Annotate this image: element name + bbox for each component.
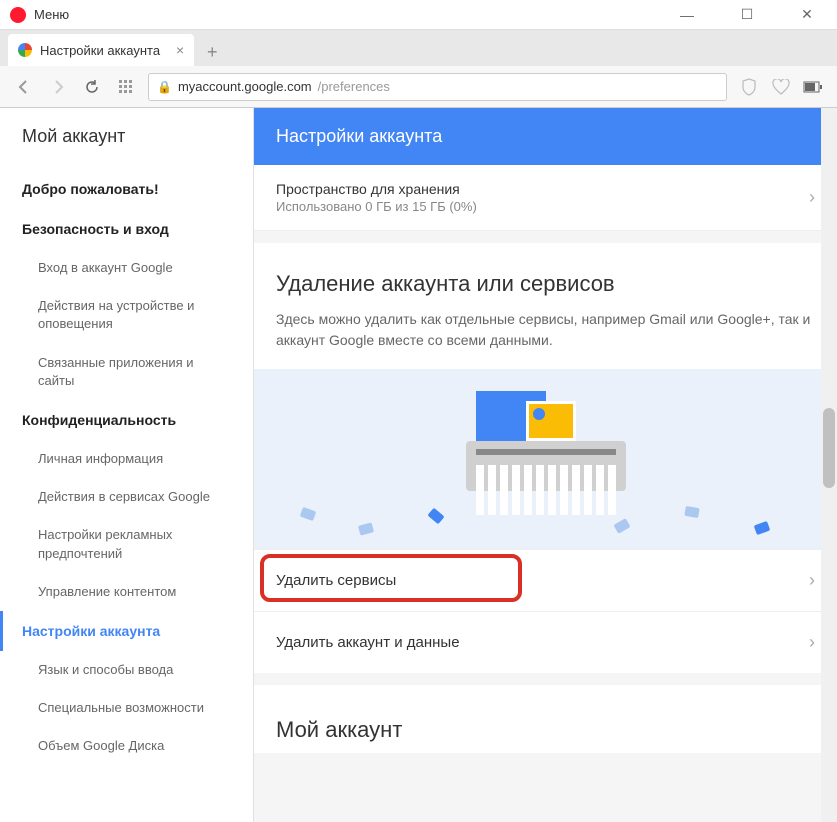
- sidebar-item-language[interactable]: Язык и способы ввода: [0, 651, 253, 689]
- vertical-scrollbar[interactable]: [821, 108, 837, 822]
- delete-account-row[interactable]: Удалить аккаунт и данные ›: [254, 611, 837, 673]
- battery-icon[interactable]: [801, 75, 825, 99]
- address-bar: 🔒 myaccount.google.com/preferences: [0, 66, 837, 108]
- tab-title: Настройки аккаунта: [40, 43, 160, 58]
- chevron-right-icon: ›: [809, 632, 815, 653]
- sidebar-title: Мой аккаунт: [0, 126, 253, 169]
- google-favicon-icon: [18, 43, 32, 57]
- delete-description: Здесь можно удалить как отдельные сервис…: [254, 309, 837, 369]
- url-domain: myaccount.google.com: [178, 79, 312, 94]
- scrollbar-thumb[interactable]: [823, 408, 835, 488]
- reload-button[interactable]: [80, 75, 104, 99]
- main-panel: Настройки аккаунта Пространство для хран…: [254, 108, 837, 822]
- chevron-right-icon: ›: [809, 570, 815, 591]
- tab-bar: Настройки аккаунта × +: [0, 30, 837, 66]
- storage-title: Пространство для хранения: [276, 181, 477, 197]
- delete-services-row[interactable]: Удалить сервисы ›: [254, 549, 837, 611]
- delete-section: Удаление аккаунта или сервисов Здесь мож…: [254, 243, 837, 673]
- my-account-heading: Мой аккаунт: [254, 685, 837, 753]
- close-tab-icon[interactable]: ×: [176, 42, 184, 58]
- storage-usage: Использовано 0 ГБ из 15 ГБ (0%): [276, 199, 477, 214]
- new-tab-button[interactable]: +: [198, 38, 226, 66]
- sidebar-item-personal-info[interactable]: Личная информация: [0, 440, 253, 478]
- chevron-right-icon: ›: [809, 187, 815, 208]
- sidebar-item-connected-apps[interactable]: Связанные приложения и сайты: [0, 344, 253, 400]
- main-header: Настройки аккаунта: [254, 108, 837, 165]
- browser-tab[interactable]: Настройки аккаунта ×: [8, 34, 194, 66]
- lock-icon: 🔒: [157, 80, 172, 94]
- back-button[interactable]: [12, 75, 36, 99]
- sidebar-item-content-control[interactable]: Управление контентом: [0, 573, 253, 611]
- shield-icon[interactable]: [737, 75, 761, 99]
- delete-heading: Удаление аккаунта или сервисов: [254, 243, 837, 309]
- sidebar-item-device-activity[interactable]: Действия на устройстве и оповещения: [0, 287, 253, 343]
- sidebar-item-accessibility[interactable]: Специальные возможности: [0, 689, 253, 727]
- close-button[interactable]: ✕: [787, 7, 827, 23]
- menu-label[interactable]: Меню: [34, 7, 667, 22]
- maximize-button[interactable]: ☐: [727, 7, 767, 23]
- delete-account-label: Удалить аккаунт и данные: [276, 634, 460, 651]
- window-titlebar: Меню — ☐ ✕: [0, 0, 837, 30]
- delete-services-label: Удалить сервисы: [276, 572, 396, 589]
- sidebar: Мой аккаунт Добро пожаловать! Безопаснос…: [0, 108, 254, 822]
- sidebar-item-signin[interactable]: Вход в аккаунт Google: [0, 249, 253, 287]
- sidebar-section-privacy[interactable]: Конфиденциальность: [0, 400, 253, 440]
- storage-row[interactable]: Пространство для хранения Использовано 0…: [254, 165, 837, 231]
- heart-icon[interactable]: [769, 75, 793, 99]
- url-path: /preferences: [318, 79, 390, 94]
- sidebar-section-security[interactable]: Безопасность и вход: [0, 209, 253, 249]
- minimize-button[interactable]: —: [667, 7, 707, 23]
- sidebar-item-ad-settings[interactable]: Настройки рекламных предпочтений: [0, 516, 253, 572]
- shredder-illustration: [254, 369, 837, 549]
- sidebar-item-drive-storage[interactable]: Объем Google Диска: [0, 727, 253, 765]
- sidebar-welcome[interactable]: Добро пожаловать!: [0, 169, 253, 209]
- speed-dial-icon[interactable]: [114, 75, 138, 99]
- sidebar-item-activity[interactable]: Действия в сервисах Google: [0, 478, 253, 516]
- url-input[interactable]: 🔒 myaccount.google.com/preferences: [148, 73, 727, 101]
- content-area: Мой аккаунт Добро пожаловать! Безопаснос…: [0, 108, 837, 822]
- sidebar-section-account-settings[interactable]: Настройки аккаунта: [0, 611, 253, 651]
- forward-button[interactable]: [46, 75, 70, 99]
- opera-icon: [10, 7, 26, 23]
